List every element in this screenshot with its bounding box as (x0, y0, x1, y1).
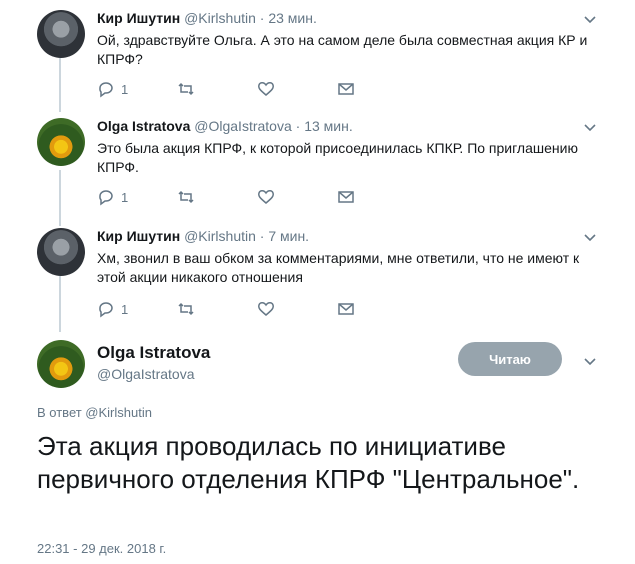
reply-button[interactable]: 1 (97, 80, 128, 98)
retweet-button[interactable] (177, 300, 195, 318)
tweet[interactable]: Olga Istratova @OlgaIstratova · 13 мин. … (0, 118, 635, 218)
tweet-author-name[interactable]: Кир Ишутин (97, 228, 180, 244)
reply-icon (99, 190, 113, 206)
tweet-author-handle[interactable]: @Kirlshutin (184, 10, 256, 26)
message-button[interactable] (337, 80, 355, 98)
chevron-down-icon[interactable] (583, 230, 597, 244)
reply-to-label[interactable]: В ответ @Kirlshutin (37, 405, 152, 420)
reply-icon (99, 302, 113, 318)
tweet-text: Ой, здравствуйте Ольга. А это на самом д… (97, 32, 588, 67)
heart-icon (258, 190, 274, 204)
tweet-author-handle[interactable]: @OlgaIstratova (194, 118, 291, 134)
message-button[interactable] (337, 300, 355, 318)
main-tweet-author-name[interactable]: Olga Istratova (97, 343, 210, 363)
reply-count: 1 (121, 301, 129, 317)
retweet-button[interactable] (177, 80, 195, 98)
envelope-icon (338, 303, 354, 315)
reply-button[interactable]: 1 (97, 300, 128, 318)
heart-icon (258, 82, 274, 96)
avatar[interactable] (37, 10, 85, 58)
tweet-time[interactable]: · 13 мин. (296, 118, 353, 134)
like-button[interactable] (257, 80, 275, 98)
tweet[interactable]: Кир Ишутин @Kirlshutin · 23 мин. Ой, здр… (0, 10, 635, 110)
like-button[interactable] (257, 300, 275, 318)
main-tweet-author-handle[interactable]: @OlgaIstratova (97, 366, 194, 382)
reply-count: 1 (121, 81, 129, 97)
retweet-icon (178, 82, 194, 96)
main-tweet-timestamp[interactable]: 22:31 - 29 дек. 2018 г. (37, 541, 166, 556)
tweet-author-handle[interactable]: @Kirlshutin (184, 228, 256, 244)
reply-button[interactable]: 1 (97, 188, 128, 206)
tweet-text: Это была акция КПРФ, к которой присоедин… (97, 140, 578, 175)
heart-icon (258, 302, 274, 316)
tweet-author-name[interactable]: Кир Ишутин (97, 10, 180, 26)
retweet-icon (178, 190, 194, 204)
reply-count: 1 (121, 189, 129, 205)
tweet-text: Хм, звонил в ваш обком за комментариями,… (97, 250, 580, 285)
reply-icon (99, 82, 113, 98)
avatar[interactable] (37, 228, 85, 276)
message-button[interactable] (337, 188, 355, 206)
tweet-author-name[interactable]: Olga Istratova (97, 118, 190, 134)
main-tweet-avatar[interactable] (37, 340, 85, 388)
like-button[interactable] (257, 188, 275, 206)
chevron-down-icon[interactable] (583, 12, 597, 26)
retweet-button[interactable] (177, 188, 195, 206)
tweet-time[interactable]: · 7 мин. (260, 228, 309, 244)
avatar[interactable] (37, 118, 85, 166)
tweet-time[interactable]: · 23 мин. (260, 10, 317, 26)
envelope-icon (338, 191, 354, 203)
tweet[interactable]: Кир Ишутин @Kirlshutin · 7 мин. Хм, звон… (0, 228, 635, 328)
retweet-icon (178, 302, 194, 316)
chevron-down-icon[interactable] (583, 354, 597, 368)
envelope-icon (338, 83, 354, 95)
chevron-down-icon[interactable] (583, 120, 597, 134)
main-tweet-text: Эта акция проводилась по инициативе перв… (37, 431, 580, 494)
following-button[interactable]: Читаю (458, 342, 562, 376)
